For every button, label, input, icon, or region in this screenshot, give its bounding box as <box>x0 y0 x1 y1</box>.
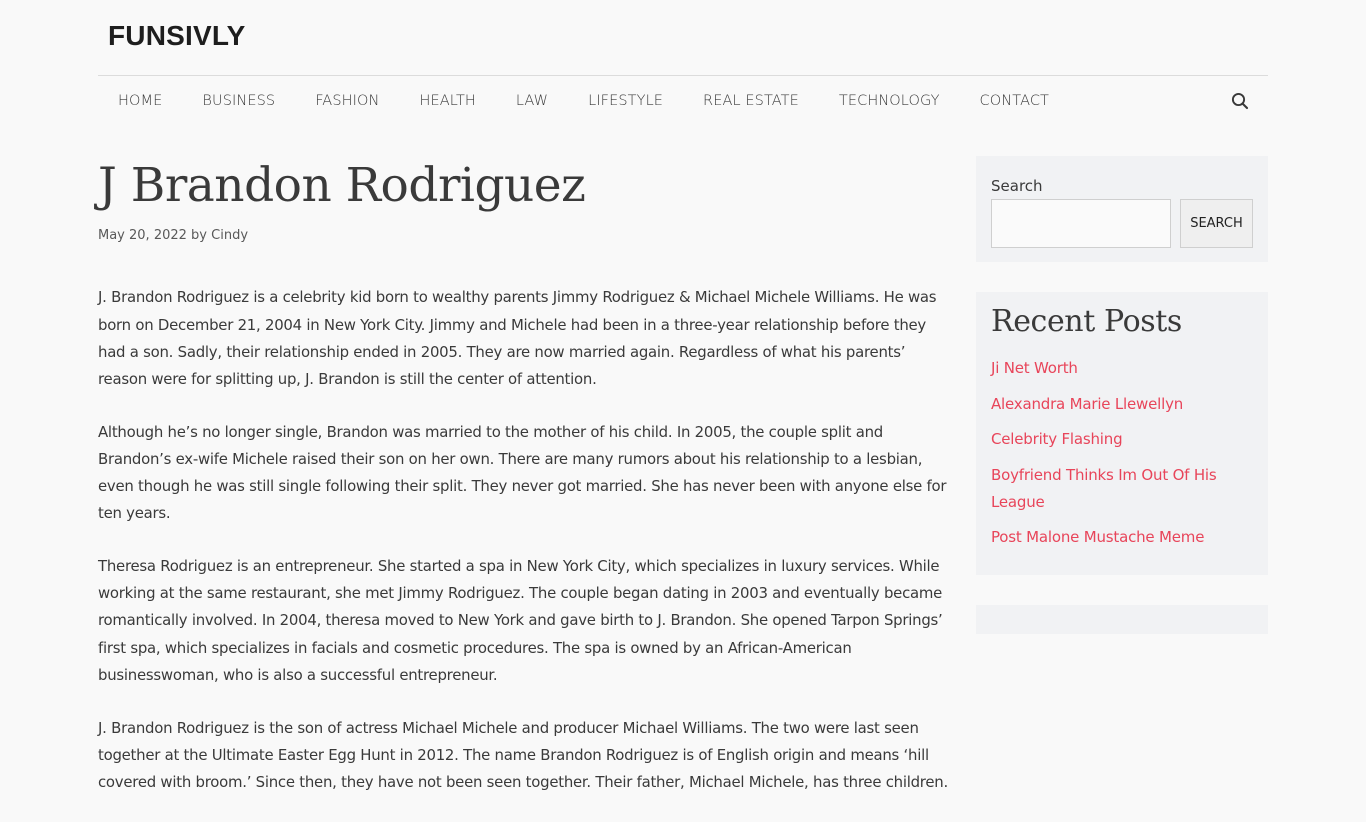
site-header: FUNSIVLY <box>98 0 1268 76</box>
nav-item-contact[interactable]: CONTACT <box>960 76 1069 126</box>
recent-post-link[interactable]: Boyfriend Thinks Im Out Of His League <box>991 466 1217 511</box>
site-title-link[interactable]: FUNSIVLY <box>108 20 246 52</box>
nav-item-technology[interactable]: TECHNOLOGY <box>819 76 960 126</box>
list-item: Post Malone Mustache Meme <box>991 524 1253 551</box>
list-item: Celebrity Flashing <box>991 426 1253 453</box>
sidebar: Search SEARCH Recent Posts Ji Net Worth … <box>976 156 1268 664</box>
list-item: Ji Net Worth <box>991 355 1253 382</box>
nav-item-home[interactable]: HOME <box>98 76 182 126</box>
search-input[interactable] <box>991 199 1171 248</box>
post-by-text: by <box>191 228 207 244</box>
nav-item-law[interactable]: LAW <box>496 76 568 126</box>
post-title: J Brandon Rodriguez <box>98 158 586 213</box>
post-paragraph: Theresa Rodriguez is an entrepreneur. Sh… <box>98 557 943 684</box>
recent-posts-title: Recent Posts <box>991 304 1182 339</box>
nav-item-business[interactable]: BUSINESS <box>182 76 295 126</box>
recent-post-link[interactable]: Post Malone Mustache Meme <box>991 528 1204 546</box>
empty-widget <box>976 605 1268 634</box>
main-navigation: HOME BUSINESS FASHION HEALTH LAW LIFESTY… <box>98 76 1268 126</box>
recent-posts-widget: Recent Posts Ji Net Worth Alexandra Mari… <box>976 292 1268 575</box>
recent-post-link[interactable]: Celebrity Flashing <box>991 430 1123 448</box>
list-item: Boyfriend Thinks Im Out Of His League <box>991 462 1253 516</box>
post-meta: May 20, 2022 by Cindy <box>98 228 948 243</box>
recent-post-link[interactable]: Ji Net Worth <box>991 359 1078 377</box>
search-button[interactable]: SEARCH <box>1180 199 1253 248</box>
search-label: Search <box>991 177 1043 195</box>
post-date-link[interactable]: May 20, 2022 <box>98 228 187 243</box>
recent-posts-list: Ji Net Worth Alexandra Marie Llewellyn C… <box>991 355 1253 551</box>
post-article: J Brandon Rodriguez May 20, 2022 by Cind… <box>98 158 948 796</box>
search-icon[interactable] <box>1230 91 1250 111</box>
main-content: J Brandon Rodriguez May 20, 2022 by Cind… <box>98 150 948 822</box>
nav-item-real-estate[interactable]: REAL ESTATE <box>683 76 819 126</box>
post-paragraph: J. Brandon Rodriguez is the son of actre… <box>98 718 948 791</box>
search-widget: Search SEARCH <box>976 156 1268 262</box>
post-paragraph: J. Brandon Rodriguez is a celebrity kid … <box>98 288 937 388</box>
search-form: SEARCH <box>991 199 1253 248</box>
recent-post-link[interactable]: Alexandra Marie Llewellyn <box>991 395 1183 413</box>
list-item: Alexandra Marie Llewellyn <box>991 391 1253 418</box>
post-author-link[interactable]: Cindy <box>211 228 248 243</box>
nav-item-fashion[interactable]: FASHION <box>295 76 399 126</box>
nav-item-health[interactable]: HEALTH <box>399 76 495 126</box>
nav-item-lifestyle[interactable]: LIFESTYLE <box>568 76 683 126</box>
nav-menu: HOME BUSINESS FASHION HEALTH LAW LIFESTY… <box>98 76 1268 126</box>
post-paragraph: Although he’s no longer single, Brandon … <box>98 422 947 523</box>
post-content: J. Brandon Rodriguez is a celebrity kid … <box>98 284 948 796</box>
